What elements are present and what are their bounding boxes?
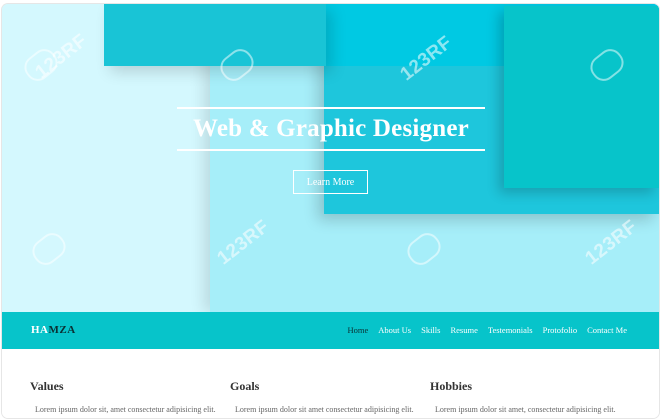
nav-menu: Home About Us Skills Resume Testemonials…: [348, 325, 628, 335]
learn-more-button[interactable]: Learn More: [293, 170, 368, 194]
goals-heading: Goals: [230, 379, 260, 393]
nav-item-about-us[interactable]: About Us: [378, 325, 411, 335]
page-frame: 123RF 123RF 123RF 123RF Web & Graphic De…: [2, 4, 659, 418]
values-heading: Values: [30, 379, 64, 393]
hero-title-box: Web & Graphic Designer: [177, 107, 485, 151]
goals-text: Lorem ipsum dolor sit amet consectetur a…: [235, 405, 414, 414]
hero-shape: [104, 4, 326, 66]
nav-item-home[interactable]: Home: [348, 325, 369, 335]
info-section: Values Lorem ipsum dolor sit, amet conse…: [2, 349, 659, 418]
hobbies-text: Lorem ipsum dolor sit amet, consectetur …: [435, 405, 616, 414]
brand-part1: HA: [31, 324, 49, 336]
hero-banner: 123RF 123RF 123RF 123RF Web & Graphic De…: [2, 4, 659, 312]
hero-shape: [504, 6, 659, 188]
brand-logo[interactable]: HAMZA: [31, 324, 76, 336]
values-column: Values Lorem ipsum dolor sit, amet conse…: [30, 379, 230, 414]
nav-item-resume[interactable]: Resume: [450, 325, 477, 335]
hobbies-heading: Hobbies: [430, 379, 473, 393]
hobbies-column: Hobbies Lorem ipsum dolor sit amet, cons…: [430, 379, 630, 414]
hero-title: Web & Graphic Designer: [193, 115, 469, 142]
nav-item-protofolio[interactable]: Protofolio: [543, 325, 577, 335]
nav-item-skills[interactable]: Skills: [421, 325, 440, 335]
goals-column: Goals Lorem ipsum dolor sit amet consect…: [230, 379, 430, 414]
nav-item-testemonials[interactable]: Testemonials: [488, 325, 533, 335]
values-text: Lorem ipsum dolor sit, amet consectetur …: [35, 405, 216, 414]
brand-part2: MZA: [48, 324, 76, 336]
navbar: HAMZA Home About Us Skills Resume Testem…: [2, 312, 659, 349]
nav-item-contact-me[interactable]: Contact Me: [587, 325, 627, 335]
